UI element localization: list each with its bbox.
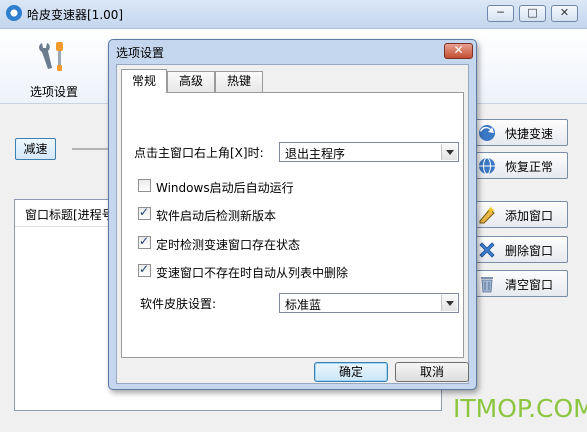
maximize-button[interactable]: □ (519, 5, 546, 22)
checkbox-check-update-label: 软件启动后检测新版本 (156, 209, 277, 223)
window-title: 哈皮变速器[1.00] (27, 8, 124, 22)
quick-speed-button[interactable]: 快捷变速 (472, 119, 568, 146)
quick-speed-label: 快捷变速 (505, 127, 554, 141)
tab-advanced[interactable]: 高级 (167, 71, 215, 92)
checkbox-monitor-window-label: 定时检测变速窗口存在状态 (156, 238, 301, 252)
checkbox-check-update[interactable] (138, 205, 151, 220)
skin-value: 标准蓝 (285, 298, 322, 312)
app-logo-icon (6, 5, 22, 21)
cancel-button[interactable]: 取消 (395, 362, 469, 382)
close-action-value: 退出主程序 (285, 147, 346, 161)
close-button[interactable]: ✕ (551, 5, 578, 22)
skin-select[interactable]: 标准蓝 (279, 293, 459, 313)
trash-icon (481, 277, 493, 293)
slow-down-button[interactable]: 减速 (15, 138, 56, 160)
checkbox-autostart[interactable] (138, 179, 151, 192)
tab-hotkeys[interactable]: 热键 (215, 71, 263, 92)
options-tool-button[interactable]: 选项设置 (24, 33, 88, 101)
general-tab-page: 点击主窗口右上角[X]时: 退出主程序 Windows启动后自动运行 软件启动后… (121, 92, 464, 358)
options-dialog: 选项设置 ✕ 常规 高级 热键 点击主窗口右上角[X]时: 退出主程序 Wind… (108, 39, 477, 390)
column-window-title[interactable]: 窗口标题[进程号 (25, 206, 114, 223)
checkbox-autostart-label: Windows启动后自动运行 (156, 181, 294, 195)
add-window-icon (479, 206, 495, 224)
delete-x-icon (479, 242, 495, 258)
globe-arrow-icon (479, 125, 495, 141)
checkbox-auto-remove[interactable] (138, 262, 151, 277)
checkbox-monitor-window[interactable] (138, 234, 151, 249)
dialog-title: 选项设置 (116, 46, 165, 60)
chevron-down-icon[interactable] (441, 295, 457, 311)
dialog-close-button[interactable]: ✕ (444, 43, 473, 59)
restore-normal-button[interactable]: 恢复正常 (472, 152, 568, 179)
close-action-select[interactable]: 退出主程序 (279, 142, 459, 162)
tools-settings-icon (39, 42, 63, 71)
minimize-button[interactable]: ─ (487, 5, 514, 22)
chevron-down-icon[interactable] (441, 144, 457, 160)
delete-window-button[interactable]: 删除窗口 (472, 236, 568, 263)
globe-icon (479, 157, 495, 175)
add-window-label: 添加窗口 (505, 209, 554, 223)
dialog-body: 常规 高级 热键 点击主窗口右上角[X]时: 退出主程序 Windows启动后自… (116, 64, 469, 384)
watermark: ITMOP.COM (453, 394, 587, 423)
checkbox-auto-remove-label: 变速窗口不存在时自动从列表中删除 (156, 266, 349, 280)
restore-normal-label: 恢复正常 (505, 160, 554, 174)
clear-window-label: 清空窗口 (505, 278, 554, 292)
add-window-button[interactable]: 添加窗口 (472, 201, 568, 228)
close-action-label: 点击主窗口右上角[X]时: (134, 146, 264, 160)
skin-label: 软件皮肤设置: (140, 297, 217, 311)
options-tool-label: 选项设置 (30, 85, 79, 99)
speed-slider[interactable] (72, 148, 112, 150)
tab-general[interactable]: 常规 (121, 69, 167, 93)
delete-window-label: 删除窗口 (505, 244, 554, 258)
clear-window-button[interactable]: 清空窗口 (472, 270, 568, 297)
title-bar: 哈皮变速器[1.00] ─ □ ✕ (0, 0, 587, 29)
ok-button[interactable]: 确定 (314, 362, 388, 382)
